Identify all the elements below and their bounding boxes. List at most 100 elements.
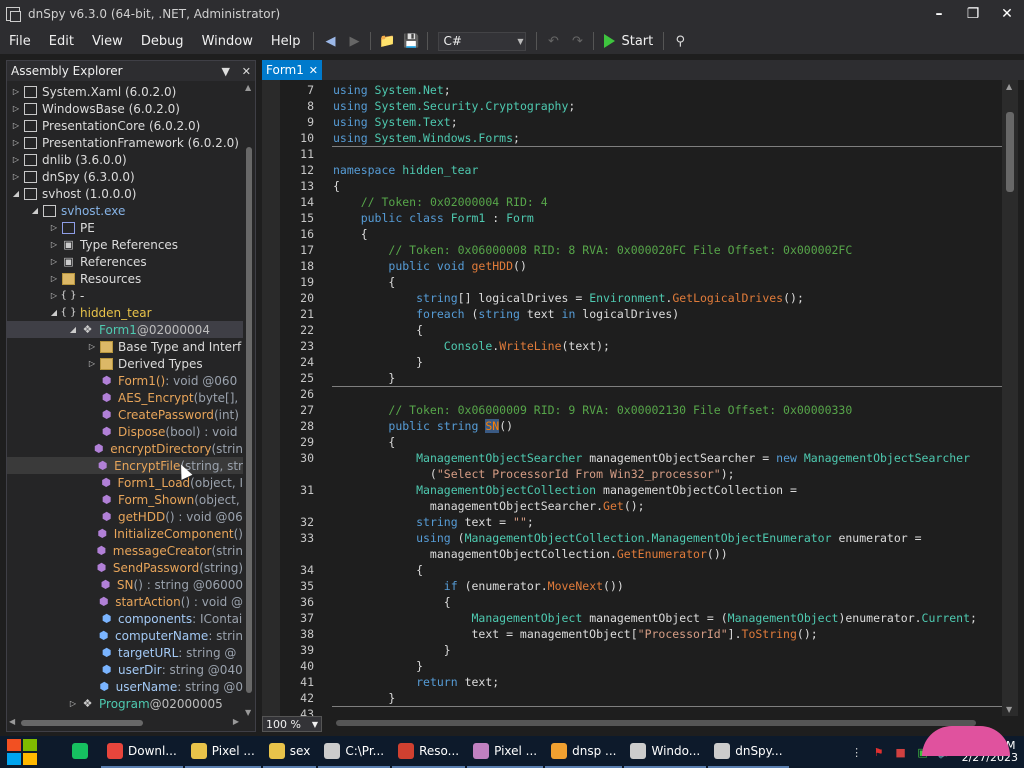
code-line[interactable]: 25 } <box>262 370 1002 386</box>
tree-item[interactable]: ▷ ▣ References <box>7 253 243 270</box>
editor-horizontal-scrollbar[interactable] <box>328 719 998 727</box>
tab-form1[interactable]: Form1 ✕ <box>262 60 322 80</box>
tree-item[interactable]: ◢ svhost.exe <box>7 202 243 219</box>
tree-item[interactable]: ⬢ getHDD() : void @06 <box>7 508 243 525</box>
tree-item[interactable]: ◢{ } hidden_tear <box>7 304 243 321</box>
tree-item[interactable]: ▷ Resources <box>7 270 243 287</box>
menu-debug[interactable]: Debug <box>132 34 193 49</box>
scroll-down-icon[interactable]: ▼ <box>245 708 251 717</box>
tree-item[interactable]: ⬢ Form1_Load (object, I <box>7 474 243 491</box>
undo-icon[interactable]: ↶ <box>543 31 563 51</box>
code-line[interactable]: 33 using (ManagementObjectCollection.Man… <box>262 530 1002 546</box>
code-line[interactable]: 41 return text; <box>262 674 1002 690</box>
tree-item[interactable]: ⬢ Form_Shown (object, <box>7 491 243 508</box>
taskbar-app-button[interactable]: dnSpy... <box>708 736 789 768</box>
expand-arrow-icon[interactable]: ▷ <box>49 240 59 249</box>
code-line[interactable]: 27 // Token: 0x06000009 RID: 9 RVA: 0x00… <box>262 402 1002 418</box>
code-line[interactable]: 39 } <box>262 642 1002 658</box>
taskbar-app-button[interactable]: Pixel ... <box>467 736 544 768</box>
tree-item[interactable]: ⬢ startAction() : void @ <box>7 593 243 610</box>
start-button[interactable]: Start <box>604 34 653 49</box>
scroll-down-icon[interactable]: ▼ <box>1006 705 1012 714</box>
maximize-button[interactable]: ❐ <box>956 0 990 28</box>
expand-arrow-icon[interactable]: ▷ <box>87 359 97 368</box>
code-line[interactable]: 34 { <box>262 562 1002 578</box>
code-line[interactable]: 37 ManagementObject managementObject = (… <box>262 610 1002 626</box>
code-line[interactable]: 22 { <box>262 322 1002 338</box>
menu-window[interactable]: Window <box>193 34 262 49</box>
tree-item[interactable]: ⬢ userDir : string @040 <box>7 661 243 678</box>
taskbar-app-button[interactable]: dnsp ... <box>545 736 623 768</box>
code-line[interactable]: ("Select ProcessorId From Win32_processo… <box>262 466 1002 482</box>
tree-item[interactable]: ▷ PresentationCore (6.0.2.0) <box>7 117 243 134</box>
tree-item[interactable]: ▷ PE <box>7 219 243 236</box>
scrollbar-thumb[interactable] <box>336 720 976 726</box>
code-line[interactable]: managementObjectCollection.GetEnumerator… <box>262 546 1002 562</box>
code-line[interactable]: 24 } <box>262 354 1002 370</box>
code-line[interactable]: 43 <box>262 706 1002 716</box>
taskbar-app-button[interactable]: Downl... <box>101 736 183 768</box>
code-line[interactable]: 19 { <box>262 274 1002 290</box>
expand-arrow-icon[interactable]: ▷ <box>49 274 59 283</box>
tree-item[interactable]: ▷ Base Type and Interf <box>7 338 243 355</box>
code-line[interactable]: 29 { <box>262 434 1002 450</box>
more-icon[interactable]: ⋮ <box>848 743 866 761</box>
close-button[interactable]: ✕ <box>990 0 1024 28</box>
tree-item[interactable]: ▷ PresentationFramework (6.0.2.0) <box>7 134 243 151</box>
code-line[interactable]: 7 using System.Net; <box>262 82 1002 98</box>
code-line[interactable]: 42 } <box>262 690 1002 706</box>
app-tray-icon[interactable]: ■ <box>892 743 910 761</box>
navigate-back-icon[interactable]: ◀ <box>320 31 340 51</box>
code-line[interactable]: 16 { <box>262 226 1002 242</box>
code-line[interactable]: 8 using System.Security.Cryptography; <box>262 98 1002 114</box>
menu-view[interactable]: View <box>83 34 132 49</box>
tree-item[interactable]: ▷{ } - <box>7 287 243 304</box>
tree-item[interactable]: ⬢ messageCreator (strin <box>7 542 243 559</box>
close-panel-icon[interactable]: ✕ <box>242 65 251 78</box>
explorer-vertical-scrollbar[interactable]: ▲ ▼ <box>243 83 255 717</box>
flag-icon[interactable]: ⚑ <box>870 743 888 761</box>
code-line[interactable]: 9 using System.Text; <box>262 114 1002 130</box>
tree-item[interactable]: ▷ ❖ Program @02000005 <box>7 695 243 712</box>
code-line[interactable]: 38 text = managementObject["ProcessorId"… <box>262 626 1002 642</box>
code-line[interactable]: 23 Console.WriteLine(text); <box>262 338 1002 354</box>
tree-item[interactable]: ▷ System.Xaml (6.0.2.0) <box>7 83 243 100</box>
redo-icon[interactable]: ↷ <box>567 31 587 51</box>
close-tab-icon[interactable]: ✕ <box>309 64 318 77</box>
taskbar-app-button[interactable]: Pixel ... <box>184 736 261 768</box>
menu-file[interactable]: File <box>0 34 40 49</box>
code-line[interactable]: 35 if (enumerator.MoveNext()) <box>262 578 1002 594</box>
collapse-arrow-icon[interactable]: ◢ <box>11 189 21 198</box>
code-line[interactable]: 40 } <box>262 658 1002 674</box>
tree-item[interactable]: ⬢ Form1() : void @060 <box>7 372 243 389</box>
tree-item[interactable]: ▷ ▣ Type References <box>7 236 243 253</box>
zoom-select[interactable]: 100 % ▼ <box>262 716 322 732</box>
menu-help[interactable]: Help <box>262 34 310 49</box>
expand-arrow-icon[interactable]: ▷ <box>49 257 59 266</box>
code-line[interactable]: 32 string text = ""; <box>262 514 1002 530</box>
scroll-left-icon[interactable]: ◀ <box>9 717 15 726</box>
scrollbar-thumb[interactable] <box>246 147 252 693</box>
tree-item[interactable]: ⬢ components : IContai <box>7 610 243 627</box>
scrollbar-thumb[interactable] <box>1006 112 1014 192</box>
tree-item[interactable]: ⬢ EncryptFile (string, str <box>7 457 243 474</box>
scroll-right-icon[interactable]: ▶ <box>233 717 239 726</box>
taskbar-app-button[interactable] <box>66 736 99 768</box>
tree-item[interactable]: ◢ svhost (1.0.0.0) <box>7 185 243 202</box>
tree-item[interactable]: ⬢ SN() : string @06000 <box>7 576 243 593</box>
tree-item[interactable]: ⬢ SendPassword (string) <box>7 559 243 576</box>
tree-item[interactable]: ⬢ encryptDirectory (strin <box>7 440 243 457</box>
tree-item[interactable]: ▷ dnSpy (6.3.0.0) <box>7 168 243 185</box>
code-line[interactable]: 36 { <box>262 594 1002 610</box>
code-line[interactable]: 31 ManagementObjectCollection management… <box>262 482 1002 498</box>
taskbar-app-button[interactable]: sex <box>262 736 317 768</box>
taskbar-app-button[interactable]: Reso... <box>392 736 466 768</box>
tree-item[interactable]: ▷ dnlib (3.6.0.0) <box>7 151 243 168</box>
code-line[interactable]: 10 using System.Windows.Forms; <box>262 130 1002 146</box>
tree-item[interactable]: ⬢ AES_Encrypt (byte[], <box>7 389 243 406</box>
editor-vertical-scrollbar[interactable]: ▲ ▼ <box>1002 80 1018 716</box>
expand-arrow-icon[interactable]: ▷ <box>11 172 21 181</box>
assembly-tree[interactable]: ▷ System.Xaml (6.0.2.0) ▷ WindowsBase (6.0.… <box>7 83 243 715</box>
navigate-forward-icon[interactable]: ▶ <box>344 31 364 51</box>
code-line[interactable]: managementObjectSearcher.Get(); <box>262 498 1002 514</box>
